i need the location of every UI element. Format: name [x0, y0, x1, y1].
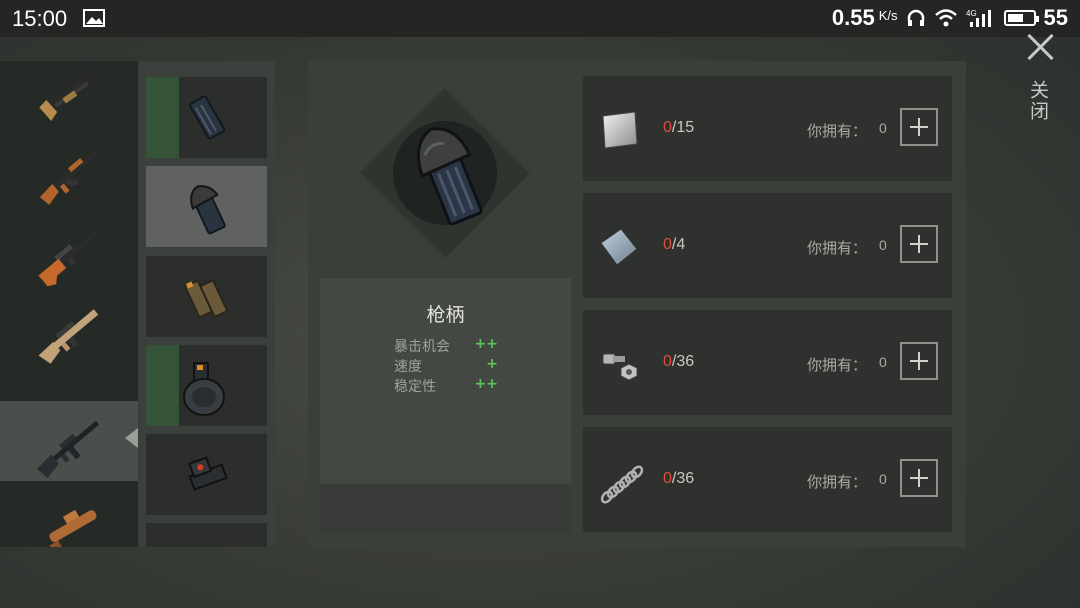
add-spring-button[interactable]: [900, 459, 938, 497]
part-red-dot-sight[interactable]: [146, 434, 267, 515]
part-info-box: 枪柄 暴击机会 ++ 速度 + 稳定性 ++: [320, 278, 571, 533]
signal-icon: 4G: [966, 9, 991, 27]
own-label: 你拥有：: [807, 356, 868, 374]
weapon-list[interactable]: [0, 61, 138, 547]
stat-modifier: ++: [474, 376, 498, 392]
parts-list[interactable]: [138, 61, 275, 547]
status-time: 15:00: [12, 6, 68, 31]
steel-plate-icon: [602, 111, 638, 149]
headphones-icon: [907, 9, 924, 26]
weapon-ak-rifle[interactable]: [0, 129, 138, 209]
scope-icon: [178, 537, 238, 547]
add-steel-plate-button[interactable]: [900, 108, 938, 146]
part-dual-magazine[interactable]: [146, 256, 267, 337]
material-count: 0/4: [663, 236, 686, 253]
metal-sheet-icon: [600, 228, 638, 266]
part-title: 枪柄: [426, 304, 465, 326]
material-row-metal-sheet: 0/4 你拥有： 0: [583, 193, 952, 298]
network-type: 4G: [966, 9, 977, 18]
weapon-sniper-rifle[interactable]: [0, 209, 138, 289]
add-bolts-button[interactable]: [900, 342, 938, 380]
material-count: 0/15: [663, 119, 695, 136]
spring-icon: [600, 465, 644, 504]
stat-label: 稳定性: [394, 379, 436, 395]
own-value: 0: [879, 237, 887, 253]
net-speed: 0.55: [831, 5, 875, 30]
battery-percent: 55: [1043, 5, 1068, 30]
ak-rifle-icon: [39, 151, 98, 205]
battery-icon: [1003, 10, 1039, 26]
own-label: 你拥有：: [807, 239, 868, 257]
weapon-scar-rifle[interactable]: [0, 289, 138, 369]
material-count: 0/36: [663, 353, 695, 370]
status-bar: 15:00 0.55 K/s 4G 55: [0, 0, 1080, 37]
stat-modifier: ++: [474, 336, 498, 352]
stat-label: 速度: [394, 359, 422, 375]
material-count: 0/36: [663, 470, 695, 487]
own-value: 0: [879, 354, 887, 370]
flamethrower-icon: [49, 509, 97, 547]
weapon-shotgun[interactable]: [0, 61, 138, 129]
m16-rifle-icon: [37, 420, 100, 479]
add-metal-sheet-button[interactable]: [900, 225, 938, 263]
drum-magazine-icon: [183, 362, 225, 416]
part-magazine[interactable]: [146, 77, 267, 158]
info-footer: [320, 484, 571, 533]
scar-rifle-icon: [38, 309, 99, 364]
material-row-steel-plate: 0/15 你拥有： 0: [583, 76, 952, 181]
stat-modifier: +: [486, 356, 498, 372]
weapon-m16-rifle[interactable]: [0, 401, 138, 481]
image-icon: [83, 9, 105, 27]
net-unit: K/s: [878, 7, 898, 23]
stat-label: 暴击机会: [394, 339, 450, 355]
close-icon[interactable]: [1024, 30, 1058, 64]
own-value: 0: [879, 471, 887, 487]
selection-arrow-icon: [125, 428, 138, 448]
grip-magazine-icon: [190, 185, 226, 235]
dual-magazine-icon: [183, 278, 229, 319]
own-label: 你拥有：: [807, 473, 868, 491]
bolts-icon: [602, 353, 638, 381]
magazine-icon: [189, 95, 226, 140]
grip-magazine-large-icon: [416, 127, 483, 226]
material-row-bolts: 0/36 你拥有： 0: [583, 310, 952, 415]
part-scope[interactable]: [146, 523, 267, 547]
sniper-rifle-icon: [38, 229, 100, 287]
part-grip-magazine[interactable]: [146, 166, 267, 247]
part-drum-magazine[interactable]: [146, 345, 267, 426]
own-value: 0: [879, 120, 887, 136]
weapon-flamethrower[interactable]: [0, 481, 138, 547]
red-dot-sight-icon: [188, 456, 228, 491]
equipped-stripe: [146, 345, 179, 426]
equipped-stripe: [146, 77, 179, 158]
material-row-spring: 0/36 你拥有： 0: [583, 427, 952, 532]
wifi-icon: [934, 9, 957, 27]
close-button[interactable]: 关闭: [1027, 80, 1052, 122]
shotgun-icon: [39, 71, 95, 122]
selected-part-preview: [360, 88, 530, 258]
own-label: 你拥有：: [807, 122, 868, 140]
